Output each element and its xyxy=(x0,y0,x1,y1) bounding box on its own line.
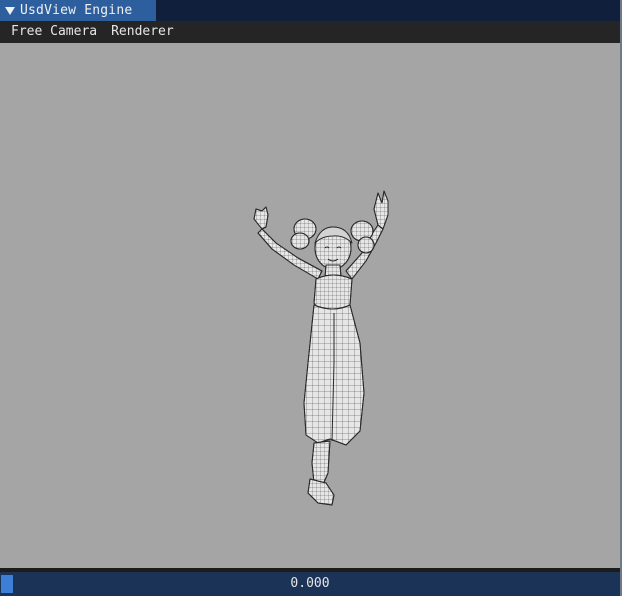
menu-bar: Free Camera Renderer xyxy=(0,21,620,43)
timeline-slider[interactable]: 0.000 xyxy=(0,572,620,596)
timeline-value: 0.000 xyxy=(290,576,330,591)
triangle-down-icon[interactable] xyxy=(0,0,20,21)
title-bar[interactable]: UsdView Engine xyxy=(0,0,620,21)
menu-free-camera[interactable]: Free Camera xyxy=(4,21,104,43)
wireframe-character-model xyxy=(253,190,389,506)
window-title: UsdView Engine xyxy=(20,3,133,18)
title-tab[interactable]: UsdView Engine xyxy=(0,0,156,21)
menu-renderer[interactable]: Renderer xyxy=(104,21,181,43)
usdview-window: UsdView Engine Free Camera Renderer 0.00… xyxy=(0,0,622,596)
render-viewport[interactable] xyxy=(0,43,620,568)
